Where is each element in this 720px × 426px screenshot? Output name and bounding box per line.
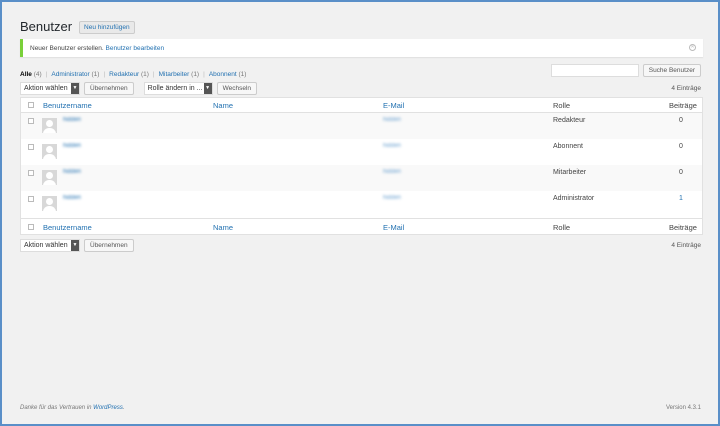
chevron-down-icon: ▼ bbox=[71, 240, 79, 251]
change-role-button[interactable]: Wechseln bbox=[216, 82, 257, 95]
apply-bulk-button[interactable]: Übernehmen bbox=[84, 82, 134, 95]
chevron-down-icon: ▼ bbox=[203, 83, 212, 94]
col-name[interactable]: Name bbox=[213, 101, 233, 110]
avatar bbox=[42, 118, 57, 133]
role-text: Administrator bbox=[553, 195, 595, 202]
table-row: hidden hidden Mitarbeiter 0 bbox=[21, 165, 702, 191]
col-posts-footer: Beiträge bbox=[669, 222, 697, 232]
item-count-top: 4 Einträge bbox=[671, 85, 701, 92]
col-username-footer[interactable]: Benutzername bbox=[43, 223, 92, 232]
table-row: hidden hidden Abonnent 0 bbox=[21, 139, 702, 165]
row-checkbox[interactable] bbox=[28, 118, 34, 124]
email-link[interactable]: hidden bbox=[383, 117, 401, 123]
col-email[interactable]: E-Mail bbox=[383, 101, 404, 110]
username-link[interactable]: hidden bbox=[63, 195, 81, 201]
filter-redakteur[interactable]: Redakteur (1) bbox=[109, 71, 149, 78]
username-link[interactable]: hidden bbox=[63, 143, 81, 149]
select-all-checkbox-bottom[interactable] bbox=[28, 224, 34, 230]
chevron-down-icon: ▼ bbox=[71, 83, 79, 94]
email-link[interactable]: hidden bbox=[383, 169, 401, 175]
search-users-button[interactable]: Suche Benutzer bbox=[642, 64, 701, 77]
posts-count: 0 bbox=[679, 169, 683, 176]
username-link[interactable]: hidden bbox=[63, 169, 81, 175]
role-filter-links: Alle (4) | Administrator (1) | Redakteur… bbox=[20, 71, 247, 78]
page-title: Benutzer bbox=[20, 19, 73, 34]
table-footer: Benutzername Name E-Mail Rolle Beiträge bbox=[21, 218, 702, 235]
col-name-footer[interactable]: Name bbox=[213, 223, 233, 232]
notice-text: Neuer Benutzer erstellen. bbox=[30, 44, 104, 52]
table-row: hidden hidden Administrator 1 bbox=[21, 191, 702, 217]
posts-count: 0 bbox=[679, 117, 683, 124]
wordpress-link[interactable]: WordPress bbox=[93, 405, 123, 411]
col-email-footer[interactable]: E-Mail bbox=[383, 223, 404, 232]
success-notice: Neuer Benutzer erstellen. Benutzer bearb… bbox=[20, 39, 703, 57]
col-role: Rolle bbox=[553, 100, 571, 110]
col-username[interactable]: Benutzername bbox=[43, 101, 92, 110]
add-new-button[interactable]: Neu hinzufügen bbox=[79, 21, 135, 34]
col-posts: Beiträge bbox=[669, 100, 697, 110]
tablenav-bottom: Aktion wählen ▼ Übernehmen bbox=[20, 239, 134, 252]
apply-bulk-button-bottom[interactable]: Übernehmen bbox=[84, 239, 134, 252]
col-role-footer: Rolle bbox=[553, 222, 571, 232]
email-link[interactable]: hidden bbox=[383, 143, 401, 149]
filter-abonnent[interactable]: Abonnent (1) bbox=[209, 71, 247, 78]
row-checkbox[interactable] bbox=[28, 196, 34, 202]
posts-count: 0 bbox=[679, 143, 683, 150]
filter-all[interactable]: Alle (4) bbox=[20, 71, 42, 78]
role-text: Mitarbeiter bbox=[553, 169, 587, 176]
users-table: Benutzername Name E-Mail Rolle Beiträge … bbox=[20, 97, 703, 235]
role-text: Redakteur bbox=[553, 117, 586, 124]
row-checkbox[interactable] bbox=[28, 144, 34, 150]
role-text: Abonnent bbox=[553, 143, 583, 150]
username-link[interactable]: hidden bbox=[63, 117, 81, 123]
page-header: Benutzer Neu hinzufügen bbox=[20, 19, 135, 34]
search-box: Suche Benutzer bbox=[550, 64, 701, 77]
avatar bbox=[42, 196, 57, 211]
avatar bbox=[42, 170, 57, 185]
role-change-select[interactable]: Rolle ändern in ... ▼ bbox=[143, 82, 213, 95]
posts-count[interactable]: 1 bbox=[679, 195, 683, 202]
bulk-action-select[interactable]: Aktion wählen ▼ bbox=[20, 82, 80, 95]
filter-mitarbeiter[interactable]: Mitarbeiter (1) bbox=[159, 71, 199, 78]
version-text: Version 4.3.1 bbox=[665, 405, 701, 411]
avatar bbox=[42, 144, 57, 159]
bulk-action-select-bottom[interactable]: Aktion wählen ▼ bbox=[20, 239, 80, 252]
item-count-bottom: 4 Einträge bbox=[671, 242, 701, 249]
edit-user-link[interactable]: Benutzer bearbeiten bbox=[106, 45, 165, 52]
table-row: hidden hidden Redakteur 0 bbox=[21, 113, 702, 139]
filter-administrator[interactable]: Administrator (1) bbox=[51, 71, 99, 78]
search-input[interactable] bbox=[550, 64, 639, 77]
email-link[interactable]: hidden bbox=[383, 195, 401, 201]
tablenav-top: Aktion wählen ▼ Übernehmen Rolle ändern … bbox=[20, 82, 257, 95]
table-header: Benutzername Name E-Mail Rolle Beiträge bbox=[21, 98, 702, 113]
select-all-checkbox[interactable] bbox=[28, 102, 34, 108]
row-checkbox[interactable] bbox=[28, 170, 34, 176]
admin-footer: Danke für das Vertrauen in WordPress. bbox=[20, 405, 125, 411]
dismiss-icon[interactable]: ✕ bbox=[689, 44, 696, 51]
